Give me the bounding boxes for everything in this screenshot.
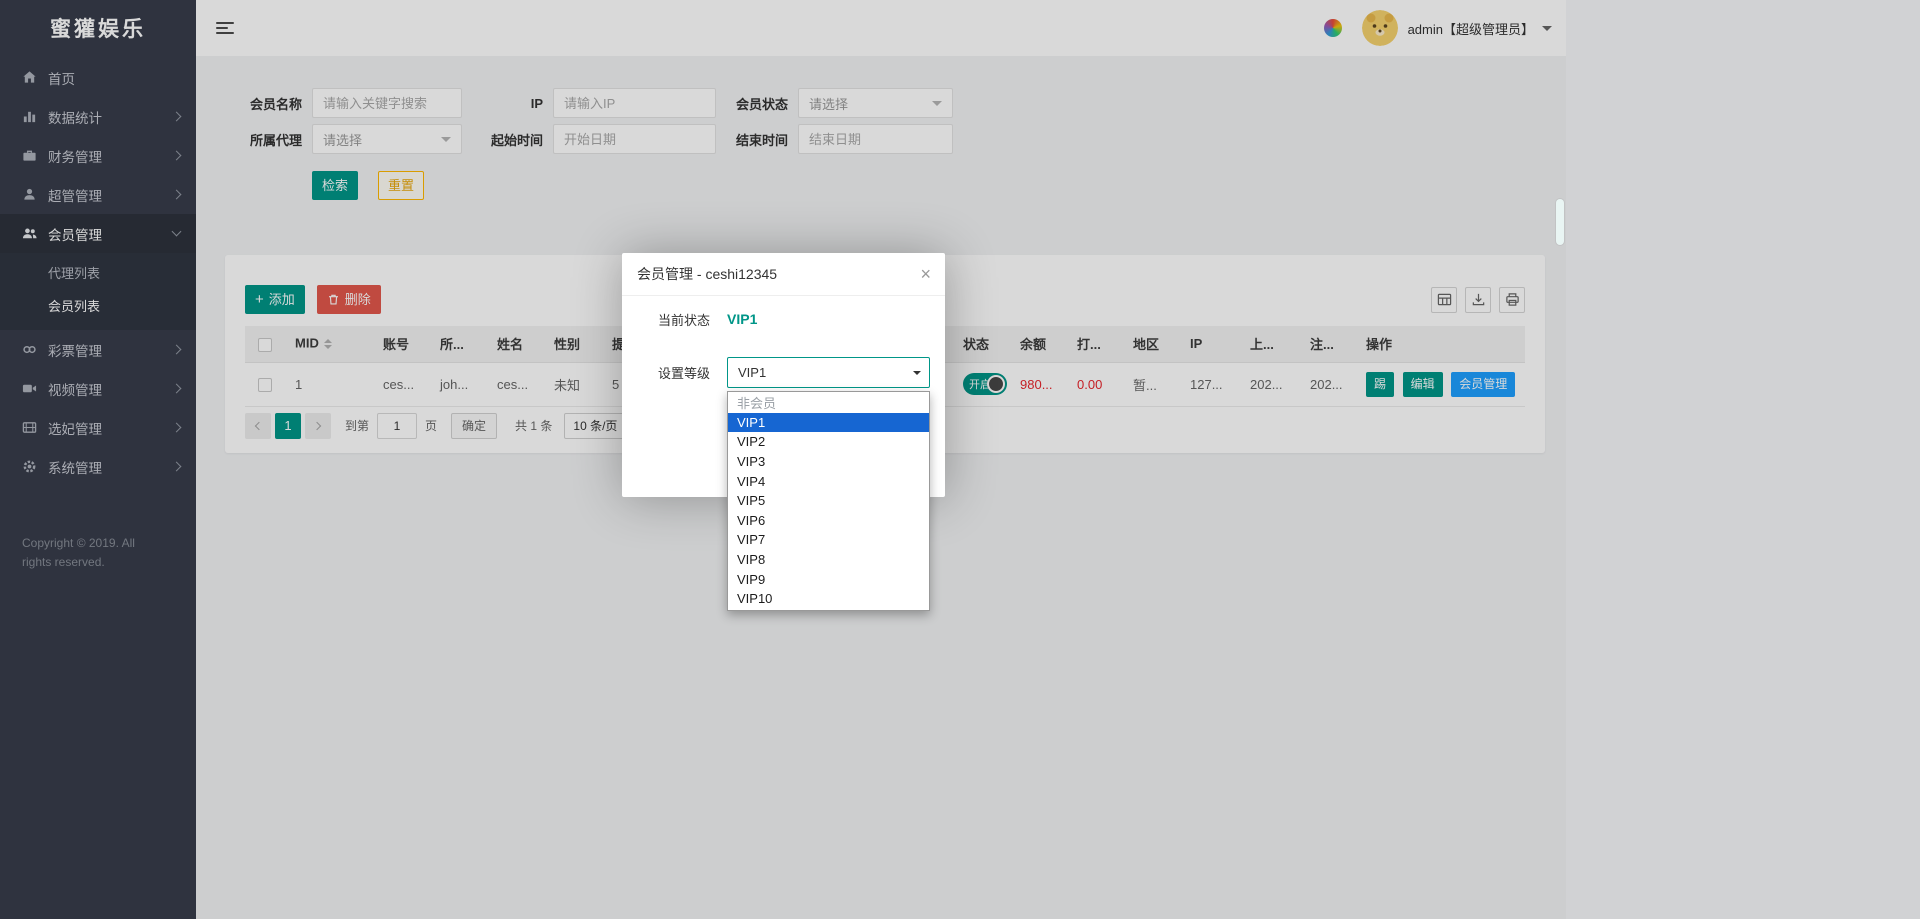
dropdown-option[interactable]: VIP6: [728, 511, 929, 531]
level-select-dropdown: 非会员 VIP1 VIP2 VIP3 VIP4 VIP5 VIP6 VIP7 V…: [727, 391, 930, 611]
caret-down-icon: [913, 371, 921, 379]
set-level-row: 设置等级 VIP1: [658, 357, 945, 388]
dropdown-option[interactable]: 非会员: [728, 393, 929, 413]
dropdown-option-selected[interactable]: VIP1: [728, 413, 929, 433]
level-select-value: VIP1: [738, 365, 766, 380]
dropdown-option[interactable]: VIP8: [728, 550, 929, 570]
current-status-row: 当前状态 VIP1: [658, 309, 945, 329]
dropdown-option[interactable]: VIP4: [728, 471, 929, 491]
modal-title: 会员管理 - ceshi12345: [622, 253, 945, 296]
dropdown-option[interactable]: VIP2: [728, 432, 929, 452]
scrollbar-thumb[interactable]: [1556, 199, 1564, 245]
close-icon[interactable]: ×: [920, 263, 931, 285]
modal-overlay: [0, 0, 1920, 919]
current-status-value: VIP1: [727, 311, 757, 327]
dropdown-option[interactable]: VIP5: [728, 491, 929, 511]
dropdown-option[interactable]: VIP10: [728, 589, 929, 609]
dropdown-option[interactable]: VIP3: [728, 452, 929, 472]
current-status-label: 当前状态: [658, 310, 720, 329]
set-level-label: 设置等级: [658, 363, 720, 382]
level-select[interactable]: VIP1: [727, 357, 930, 388]
dropdown-option[interactable]: VIP7: [728, 530, 929, 550]
dropdown-option[interactable]: VIP9: [728, 569, 929, 589]
